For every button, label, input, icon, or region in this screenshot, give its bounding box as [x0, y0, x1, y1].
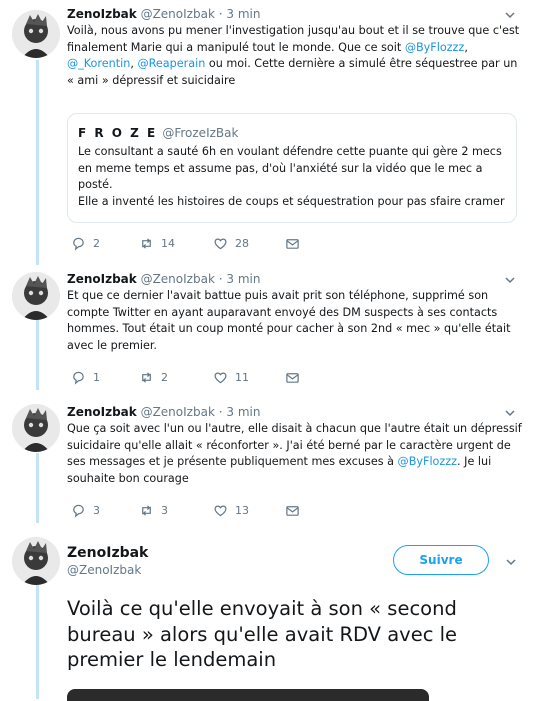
- tweet[interactable]: ZenoIzbak @ZenoIzbak · 3 min Et que ce d…: [67, 271, 523, 354]
- like-icon: [214, 505, 227, 517]
- reply-button[interactable]: 1: [71, 370, 100, 385]
- tweet-text: Et que ce dernier l'avait battue puis av…: [67, 289, 511, 352]
- retweet-count: 3: [161, 504, 168, 517]
- like-button[interactable]: 13: [213, 503, 249, 518]
- reply-count: 2: [93, 237, 100, 250]
- chevron-down-icon[interactable]: [504, 555, 518, 569]
- avatar[interactable]: [12, 272, 60, 320]
- retweet-count: 14: [161, 237, 175, 250]
- like-count: 11: [235, 371, 249, 384]
- tweet[interactable]: ZenoIzbak @ZenoIzbak · 3 min Voilà, nous…: [67, 6, 523, 89]
- direct-message-icon: [286, 506, 299, 516]
- like-count: 13: [235, 504, 249, 517]
- main-tweet-text: Voilà ce qu'elle envoyait à son « second…: [67, 597, 458, 671]
- thread-line: [36, 453, 39, 523]
- tweet-actions: 2 14 28: [67, 236, 467, 254]
- direct-message-button[interactable]: [285, 370, 300, 385]
- author-handle[interactable]: @ZenoIzbak: [141, 7, 215, 21]
- quoted-author-handle: @FrozeIzBak: [162, 126, 239, 140]
- tweet-time[interactable]: 3 min: [226, 272, 260, 286]
- retweet-icon: [142, 238, 151, 249]
- mention-link[interactable]: @Reaperain: [137, 57, 205, 70]
- mention-link[interactable]: @_Korentin: [67, 57, 130, 70]
- like-count: 28: [235, 237, 249, 250]
- chevron-down-icon[interactable]: [503, 8, 517, 22]
- reply-button[interactable]: 2: [71, 236, 100, 251]
- tweet-header: ZenoIzbak @ZenoIzbak · 3 min: [67, 404, 523, 420]
- retweet-button[interactable]: 2: [139, 370, 168, 385]
- tweet-media[interactable]: [67, 689, 429, 701]
- reply-count: 3: [93, 504, 100, 517]
- avatar[interactable]: [12, 10, 60, 58]
- quoted-author-name: F R O Z E: [78, 126, 158, 140]
- tweet[interactable]: ZenoIzbak @ZenoIzbak · 3 min Que ça soit…: [67, 404, 523, 487]
- mention-link[interactable]: @ByFlozzz: [398, 455, 458, 468]
- retweet-icon: [142, 372, 151, 383]
- retweet-button[interactable]: 14: [139, 236, 175, 251]
- retweet-button[interactable]: 3: [139, 503, 168, 518]
- retweet-count: 2: [161, 371, 168, 384]
- quoted-tweet[interactable]: F R O Z E @FrozeIzBak Le consultant a sa…: [67, 113, 517, 223]
- author-name[interactable]: ZenoIzbak: [67, 405, 137, 419]
- author-handle[interactable]: @ZenoIzbak: [141, 405, 215, 419]
- separator: ·: [218, 272, 223, 286]
- tweet-time[interactable]: 3 min: [226, 405, 260, 419]
- thread-line: [36, 320, 39, 390]
- follow-button[interactable]: Suivre: [393, 545, 489, 575]
- like-icon: [214, 372, 227, 384]
- tweet-actions: 3 3 13: [67, 503, 467, 521]
- direct-message-button[interactable]: [285, 236, 300, 251]
- separator: ·: [218, 7, 223, 21]
- direct-message-button[interactable]: [285, 503, 300, 518]
- mention-link[interactable]: @ByFlozzz: [405, 41, 465, 54]
- retweet-icon: [142, 505, 151, 516]
- author-handle[interactable]: @ZenoIzbak: [141, 272, 215, 286]
- like-button[interactable]: 28: [213, 236, 249, 251]
- tweet-text: Que ça soit avec l'un ou l'autre, elle d…: [67, 422, 522, 485]
- author-name[interactable]: ZenoIzbak: [67, 7, 137, 21]
- chevron-down-icon[interactable]: [503, 406, 517, 420]
- avatar[interactable]: [12, 404, 60, 452]
- quoted-text: Elle a inventé les histoires de coups et…: [78, 194, 505, 208]
- avatar[interactable]: [12, 537, 60, 585]
- reply-icon: [73, 504, 84, 518]
- tweet-time[interactable]: 3 min: [226, 7, 260, 21]
- reply-count: 1: [93, 371, 100, 384]
- author-name[interactable]: ZenoIzbak: [67, 545, 148, 561]
- thread-line: [36, 60, 39, 265]
- author-handle[interactable]: @ZenoIzbak: [67, 563, 141, 577]
- like-button[interactable]: 11: [213, 370, 249, 385]
- separator: ·: [218, 405, 223, 419]
- tweet-header: ZenoIzbak @ZenoIzbak · 3 min: [67, 271, 523, 287]
- tweet-actions: 1 2 11: [67, 370, 467, 388]
- thread-line: [36, 585, 39, 699]
- tweet-text: Voilà, nous avons pu mener l'investigati…: [67, 24, 520, 87]
- quoted-text: Le consultant a sauté 6h en voulant défe…: [78, 145, 502, 191]
- author-name[interactable]: ZenoIzbak: [67, 272, 137, 286]
- reply-icon: [73, 237, 84, 251]
- direct-message-icon: [286, 373, 299, 383]
- reply-icon: [73, 371, 84, 385]
- direct-message-icon: [286, 239, 299, 249]
- reply-button[interactable]: 3: [71, 503, 100, 518]
- like-icon: [214, 238, 227, 250]
- chevron-down-icon[interactable]: [503, 273, 517, 287]
- tweet-header: ZenoIzbak @ZenoIzbak · 3 min: [67, 6, 523, 22]
